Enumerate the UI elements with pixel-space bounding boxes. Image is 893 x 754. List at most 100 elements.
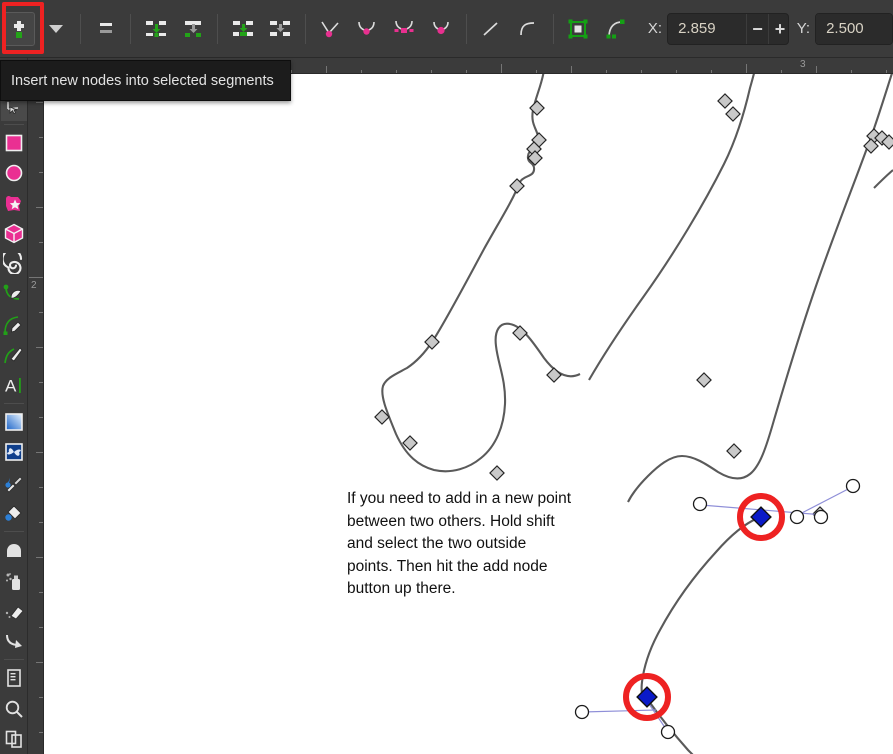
tool-mesh[interactable] — [1, 437, 27, 467]
object-to-path-icon — [566, 17, 590, 41]
paint-bucket-icon — [4, 503, 24, 523]
tool-pages[interactable] — [1, 663, 27, 693]
annotation-circles — [626, 496, 782, 718]
toolbar-separator — [130, 14, 131, 44]
segment-curve-button[interactable] — [512, 12, 545, 46]
toolbar-separator — [553, 14, 554, 44]
canvas-annotation-text: If you need to add in a new point betwee… — [347, 488, 597, 601]
selected-node-lower[interactable] — [637, 687, 657, 707]
eyedropper-icon — [4, 473, 24, 493]
tool-calligraphy[interactable] — [1, 340, 27, 370]
tool-eraser[interactable] — [1, 596, 27, 626]
node-cusp-icon — [318, 18, 342, 40]
tool-sidebar: A — [0, 58, 28, 754]
ellipse-icon — [4, 163, 24, 183]
star-icon — [3, 193, 24, 214]
vertical-ruler-ticks — [28, 74, 44, 754]
tooltip-popup: Insert new nodes into selected segments — [0, 60, 291, 101]
node-delete-segment-icon — [268, 18, 292, 40]
insert-node-dropdown[interactable] — [39, 12, 72, 46]
delete-segment-button[interactable] — [263, 12, 296, 46]
tool-tweak[interactable] — [1, 535, 27, 565]
toolbox-divider — [4, 659, 24, 660]
tweak-hand-icon — [4, 540, 24, 560]
pen-bezier-icon — [3, 314, 24, 335]
canvas-artwork — [44, 74, 893, 754]
handle-knob[interactable] — [815, 511, 828, 524]
node-add-icon — [8, 18, 30, 40]
tool-zoom[interactable] — [1, 694, 27, 724]
x-decrement-button[interactable]: − — [747, 14, 769, 44]
node-break-icon — [181, 18, 205, 40]
x-coord-field[interactable]: 2.859 − + — [667, 13, 789, 45]
pencil-freehand-icon — [3, 284, 24, 305]
chevron-down-icon — [49, 25, 63, 33]
eraser-icon — [4, 601, 24, 621]
y-coord-field[interactable]: 2.500 — [815, 13, 893, 45]
tooltip-text: Insert new nodes into selected segments — [11, 73, 274, 89]
toolbar-separator — [80, 14, 81, 44]
node-type-smooth-button[interactable] — [351, 12, 384, 46]
handle-knob[interactable] — [576, 706, 589, 719]
tool-connector[interactable] — [1, 626, 27, 656]
node-symmetric-icon — [391, 18, 417, 40]
vector-paths — [382, 74, 893, 754]
calligraphy-brush-icon — [3, 344, 24, 365]
tool-text[interactable]: A — [1, 370, 27, 400]
x-increment-button[interactable]: + — [769, 14, 789, 44]
tool-spray[interactable] — [1, 565, 27, 595]
drawing-canvas[interactable]: If you need to add in a new point betwee… — [44, 74, 893, 754]
insert-node-button[interactable] — [2, 12, 35, 46]
y-coord-value[interactable]: 2.500 — [816, 14, 893, 44]
svg-text:A: A — [5, 376, 17, 395]
tool-spiral[interactable] — [1, 249, 27, 279]
node-type-symmetric-button[interactable] — [388, 12, 421, 46]
x-coord-value[interactable]: 2.859 — [668, 14, 746, 44]
tool-rectangle[interactable] — [1, 128, 27, 158]
node-join-icon — [144, 18, 168, 40]
spray-can-icon — [4, 571, 24, 591]
ruler-h-label-3: 3 — [800, 59, 806, 70]
node-type-auto-button[interactable] — [425, 12, 458, 46]
tool-star[interactable] — [1, 188, 27, 218]
node-delete-icon — [95, 18, 117, 40]
tool-3dbox[interactable] — [1, 218, 27, 248]
tool-measure[interactable] — [1, 724, 27, 754]
toolbar-separator — [305, 14, 306, 44]
tool-pencil[interactable] — [1, 279, 27, 309]
segment-line-button[interactable] — [475, 12, 508, 46]
x-coord-label: X: — [648, 20, 662, 37]
copies-stack-icon — [4, 729, 24, 749]
handle-knob[interactable] — [662, 726, 675, 739]
handle-knob[interactable] — [694, 498, 707, 511]
node-smooth-icon — [355, 18, 379, 40]
x-coord-steppers: − + — [746, 14, 789, 44]
vertical-ruler[interactable]: 2 — [28, 74, 44, 754]
tool-ellipse[interactable] — [1, 158, 27, 188]
tool-pen[interactable] — [1, 309, 27, 339]
break-nodes-button[interactable] — [176, 12, 209, 46]
delete-node-button[interactable] — [89, 12, 122, 46]
join-with-segment-button[interactable] — [226, 12, 259, 46]
toolbox-divider — [4, 124, 24, 125]
stroke-to-path-button[interactable] — [599, 12, 632, 46]
connector-arrow-icon — [4, 631, 24, 651]
object-to-path-button[interactable] — [562, 12, 595, 46]
join-nodes-button[interactable] — [139, 12, 172, 46]
toolbox-divider — [4, 403, 24, 404]
tool-paintbucket[interactable] — [1, 498, 27, 528]
node-auto-icon — [429, 18, 453, 40]
toolbar-separator — [217, 14, 218, 44]
node-tool-toolbar: X: 2.859 − + Y: 2.500 — [0, 0, 893, 58]
node-join-segment-icon — [231, 18, 255, 40]
magnifier-icon — [4, 699, 24, 719]
tool-dropper[interactable] — [1, 468, 27, 498]
toolbar-separator — [466, 14, 467, 44]
node-type-cusp-button[interactable] — [313, 12, 346, 46]
cube-icon — [4, 223, 24, 244]
tool-gradient[interactable] — [1, 407, 27, 437]
gradient-square-icon — [4, 412, 24, 432]
handle-knob[interactable] — [847, 480, 860, 493]
handle-knob[interactable] — [791, 511, 804, 524]
y-coord-label: Y: — [797, 20, 810, 37]
